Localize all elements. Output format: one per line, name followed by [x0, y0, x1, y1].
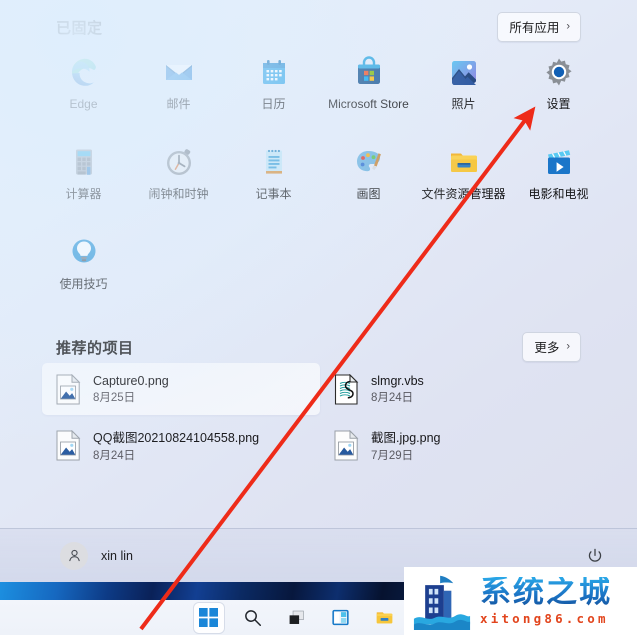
app-tile-paint[interactable]: 画图 [321, 138, 416, 218]
site-watermark: 系统之城 xitong86.com [404, 567, 637, 635]
mail-icon [163, 56, 195, 88]
edge-icon [68, 56, 100, 88]
recommended-item-date: 8月24日 [371, 391, 414, 404]
recommended-item-name: Capture0.png [93, 373, 169, 388]
app-label: 记事本 [255, 187, 292, 201]
photos-icon [448, 56, 480, 88]
app-tile-alarms-clock[interactable]: 闹钟和时钟 [131, 138, 226, 218]
tips-lightbulb-icon [68, 236, 100, 268]
app-tile-microsoft-store[interactable]: Microsoft Store [321, 48, 416, 128]
recommended-section-header: 推荐的项目 更多 › [56, 332, 581, 362]
paint-palette-icon [353, 146, 385, 178]
recommended-item-name: slmgr.vbs [371, 373, 424, 388]
chevron-right-icon: › [566, 20, 570, 32]
app-label: 电影和电视 [528, 187, 589, 201]
widgets-icon [332, 609, 349, 626]
power-button[interactable] [581, 542, 609, 570]
recommended-item-text: 截图.jpg.png 7月29日 [371, 427, 440, 463]
app-label: Microsoft Store [328, 97, 409, 111]
app-label: 使用技巧 [59, 277, 108, 291]
search-icon [245, 610, 262, 627]
recommended-item-name: QQ截图20210824104558.png [93, 431, 260, 445]
png-image-file-icon [334, 429, 359, 461]
settings-app-tile[interactable]: 设置 [511, 48, 606, 128]
png-image-file-icon [56, 373, 81, 405]
app-tile-mail[interactable]: 邮件 [131, 48, 226, 128]
app-tile-notepad[interactable]: 记事本 [226, 138, 321, 218]
watermark-brand-cn: 系统之城 [480, 573, 612, 610]
app-label: 文件资源管理器 [421, 187, 506, 201]
notepad-icon [258, 146, 290, 178]
recommended-item-text: Capture0.png 8月25日 [93, 374, 169, 405]
app-tile-calculator[interactable]: 计算器 [36, 138, 131, 218]
windows-logo-icon [199, 608, 218, 627]
more-button[interactable]: 更多 › [522, 332, 581, 362]
recommended-item[interactable]: slmgr.vbs 8月24日 [320, 363, 598, 415]
app-tile-movies-tv[interactable]: 电影和电视 [511, 138, 606, 218]
app-label: 邮件 [166, 97, 191, 111]
chevron-right-icon: › [566, 340, 570, 352]
recommended-item-date: 8月25日 [93, 391, 136, 404]
all-apps-label: 所有应用 [509, 21, 560, 35]
app-tile-calendar[interactable]: 日历 [226, 48, 321, 128]
recommended-item[interactable]: Capture0.png 8月25日 [42, 363, 320, 415]
png-image-file-icon [56, 429, 81, 461]
recommended-item-text: slmgr.vbs 8月24日 [371, 374, 424, 405]
app-tile-tips[interactable]: 使用技巧 [36, 228, 131, 308]
pinned-apps-grid: Edge 邮件 日历 Microsoft Store 照片 设置 计算器 闹钟和… [36, 48, 606, 308]
app-tile-edge[interactable]: Edge [36, 48, 131, 128]
app-label: 设置 [546, 97, 571, 111]
app-label: 画图 [356, 187, 381, 201]
recommended-item-name: 截图.jpg.png [371, 431, 441, 445]
task-view-icon [289, 610, 304, 624]
user-name-label: xin lin [101, 548, 133, 563]
recommended-item[interactable]: QQ截图20210824104558.png 8月24日 [42, 419, 320, 471]
recommended-item-date: 8月24日 [93, 450, 136, 462]
microsoft-store-icon [353, 56, 385, 88]
recommended-item[interactable]: 截图.jpg.png 7月29日 [320, 419, 598, 471]
user-avatar-icon [60, 541, 88, 570]
movies-tv-icon [543, 146, 575, 178]
calendar-icon [258, 56, 290, 88]
app-label: 照片 [451, 97, 476, 111]
settings-gear-icon [543, 56, 575, 88]
task-view-button[interactable] [282, 603, 312, 633]
power-icon [588, 548, 602, 562]
app-label: 闹钟和时钟 [148, 187, 209, 201]
recommended-title: 推荐的项目 [56, 339, 134, 357]
more-label: 更多 [534, 341, 560, 355]
pinned-section-header: 已固定 所有应用 › [56, 12, 581, 42]
watermark-text: 系统之城 xitong86.com [480, 573, 612, 626]
vbs-script-file-icon [334, 373, 359, 405]
app-label: 日历 [261, 97, 286, 111]
file-explorer-button[interactable] [370, 603, 400, 633]
building-wave-logo-icon [413, 575, 471, 630]
all-apps-button[interactable]: 所有应用 › [497, 12, 581, 42]
app-label: 计算器 [65, 187, 102, 201]
start-menu: 已固定 所有应用 › Edge 邮件 日历 Microsoft Store 照片… [0, 0, 637, 582]
start-button[interactable] [193, 602, 224, 633]
recommended-items-grid: Capture0.png 8月25日 slmgr.vbs 8月24日 QQ截图2… [42, 363, 598, 471]
recommended-item-date: 7月29日 [371, 450, 414, 462]
alarms-clock-icon [163, 146, 195, 178]
watermark-brand-url: xitong86.com [480, 610, 609, 626]
app-label: Edge [69, 97, 98, 111]
calculator-icon [68, 146, 100, 178]
search-button[interactable] [238, 603, 268, 633]
file-explorer-folder-icon [448, 146, 480, 178]
app-tile-photos[interactable]: 照片 [416, 48, 511, 128]
widgets-button[interactable] [326, 603, 356, 633]
app-tile-file-explorer[interactable]: 文件资源管理器 [416, 138, 511, 218]
pinned-title: 已固定 [56, 19, 103, 37]
recommended-item-text: QQ截图20210824104558.png 8月24日 [93, 427, 259, 463]
user-account-button[interactable]: xin lin [60, 541, 133, 570]
folder-icon [376, 612, 393, 624]
